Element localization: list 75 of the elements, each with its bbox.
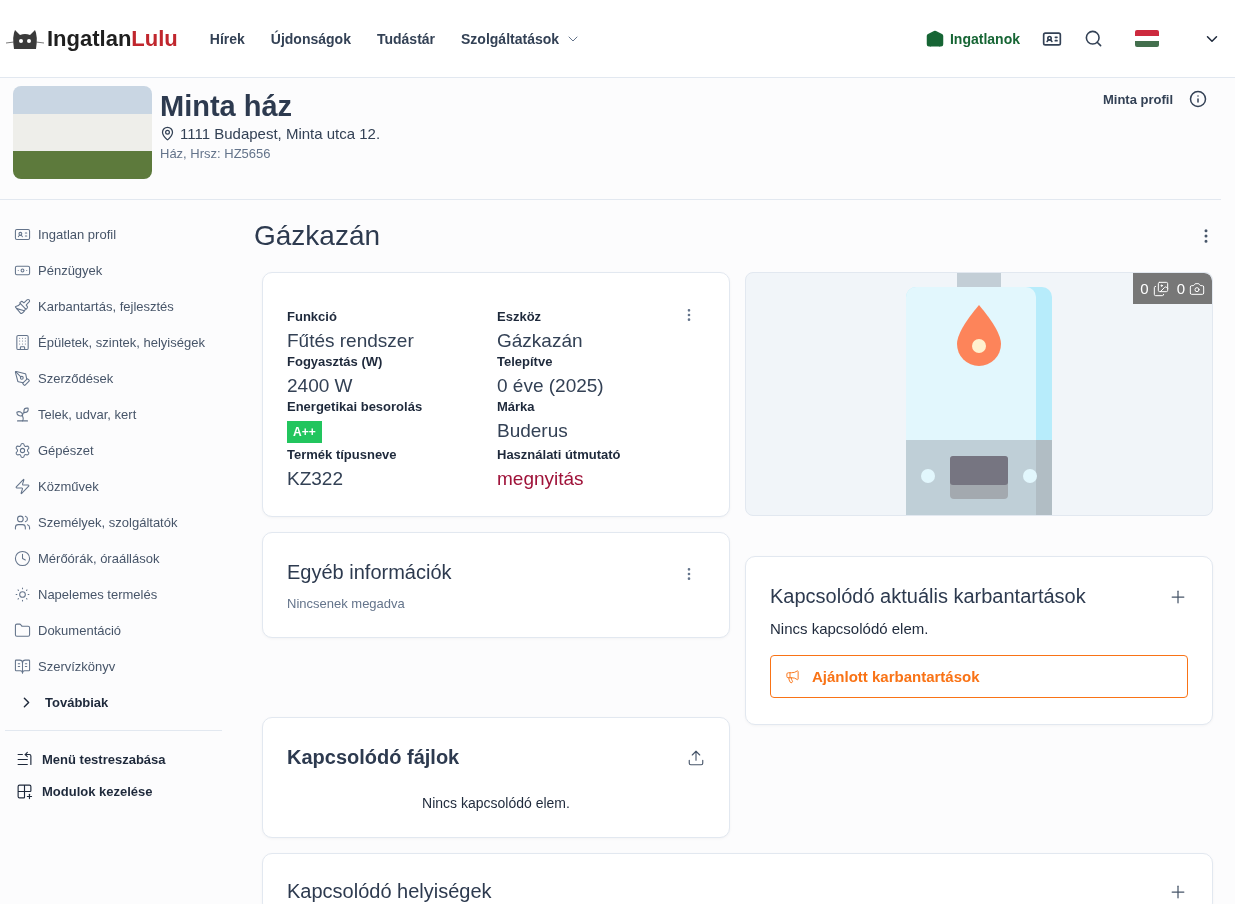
map-pin-icon — [160, 126, 175, 141]
camera-icon — [1189, 280, 1205, 297]
field-label: Termék típusneve — [287, 447, 397, 462]
cat-logo-icon — [6, 27, 44, 50]
upload-icon[interactable] — [687, 748, 705, 767]
people-icon — [14, 513, 31, 531]
nav-link[interactable]: Hírek — [209, 30, 245, 47]
flag-icon[interactable] — [1135, 30, 1159, 47]
empty-text: Nincsenek megadva — [287, 596, 406, 611]
clock-icon — [14, 549, 31, 567]
sidebar-action[interactable]: Menü testreszabása — [5, 743, 222, 775]
sidebar-item[interactable]: Napelemes termelés — [5, 576, 222, 612]
nav-link[interactable]: Szolgáltatások — [461, 30, 582, 47]
sidebar-item[interactable]: Személyek, szolgáltatók — [5, 504, 222, 540]
card-title: Egyéb információk — [287, 561, 452, 584]
images-icon — [1152, 280, 1169, 297]
megaphone-icon — [785, 669, 800, 684]
empty-text: Nincs kapcsolódó elem. — [770, 620, 930, 637]
properties-link[interactable]: Ingatlanok — [926, 29, 1020, 48]
paintbrush-icon — [14, 297, 31, 315]
empty-text: Nincs kapcsolódó elem. — [421, 795, 571, 811]
grid-plus-icon — [16, 782, 33, 800]
search-icon[interactable] — [1084, 29, 1103, 48]
page-title: Gázkazán — [254, 220, 381, 252]
count-text: 0 — [1140, 280, 1149, 297]
property-title: Minta ház — [160, 90, 294, 123]
profile-name: Minta profil — [1102, 92, 1173, 107]
property-subtitle: Ház, Hrsz: HZ5656 — [160, 146, 272, 161]
field-value: Buderus — [497, 420, 569, 442]
sidebar-item[interactable]: Telek, udvar, kert — [5, 396, 222, 432]
nav-link[interactable]: Tudástár — [376, 30, 436, 47]
energy-rating-badge: A++ — [287, 421, 322, 443]
book-icon — [14, 657, 31, 675]
building-icon — [14, 333, 31, 351]
sidebar-item[interactable]: Épületek, szintek, helyiségek — [5, 324, 222, 360]
card-title: Kapcsolódó helyiségek — [287, 880, 492, 903]
card-title: Kapcsolódó aktuális karbantartások — [770, 585, 1086, 608]
info-icon[interactable] — [1189, 90, 1207, 108]
property-address: 1111 Budapest, Minta utca 12. — [180, 125, 381, 142]
field-label: Energetikai besorolás — [287, 399, 423, 414]
nav-link[interactable]: Újdonságok — [270, 30, 351, 47]
sidebar-item[interactable]: Szervízkönyv — [5, 648, 222, 684]
house-icon — [926, 29, 944, 48]
field-label: Funkció — [287, 309, 337, 324]
more-link[interactable]: Továbbiak — [5, 684, 222, 720]
sidebar-item[interactable]: Pénzügyek — [5, 252, 222, 288]
sidebar-action[interactable]: Modulok kezelése — [5, 775, 222, 807]
logo-text: IngatlanLulu — [47, 25, 178, 52]
field-label: Fogyasztás (W) — [287, 354, 383, 369]
open-link[interactable]: megnyitás — [497, 468, 697, 490]
field-value: Gázkazán — [497, 330, 584, 352]
logo[interactable]: IngatlanLulu — [6, 25, 178, 52]
sidebar-item[interactable]: Dokumentáció — [5, 612, 222, 648]
sidebar-item[interactable]: Ingatlan profil — [5, 216, 222, 252]
field-label: Márka — [497, 399, 535, 414]
list-icon — [16, 750, 33, 768]
card-title: Kapcsolódó fájlok — [287, 746, 460, 769]
lightning-icon — [14, 477, 31, 495]
gear-icon — [14, 441, 31, 459]
field-label: Eszköz — [497, 309, 542, 324]
field-label: Telepítve — [497, 354, 553, 369]
sidebar-item[interactable]: Gépészet — [5, 432, 222, 468]
field-label: Használati útmutató — [497, 447, 621, 462]
folder-icon — [14, 621, 31, 639]
sprout-icon — [14, 405, 31, 423]
field-value: Fűtés rendszer — [287, 330, 415, 352]
sidebar-item[interactable]: Mérőórák, óraállások — [5, 540, 222, 576]
field-value: 2400 W — [287, 375, 354, 397]
field-value: 0 éve (2025) — [497, 375, 605, 397]
sidebar-item[interactable]: Közművek — [5, 468, 222, 504]
field-value: KZ322 — [287, 468, 344, 490]
sidebar-item[interactable]: Karbantartás, fejlesztés — [5, 288, 222, 324]
pen-icon — [14, 369, 31, 387]
count-text: 0 — [1176, 280, 1185, 297]
sidebar-item[interactable]: Szerződések — [5, 360, 222, 396]
